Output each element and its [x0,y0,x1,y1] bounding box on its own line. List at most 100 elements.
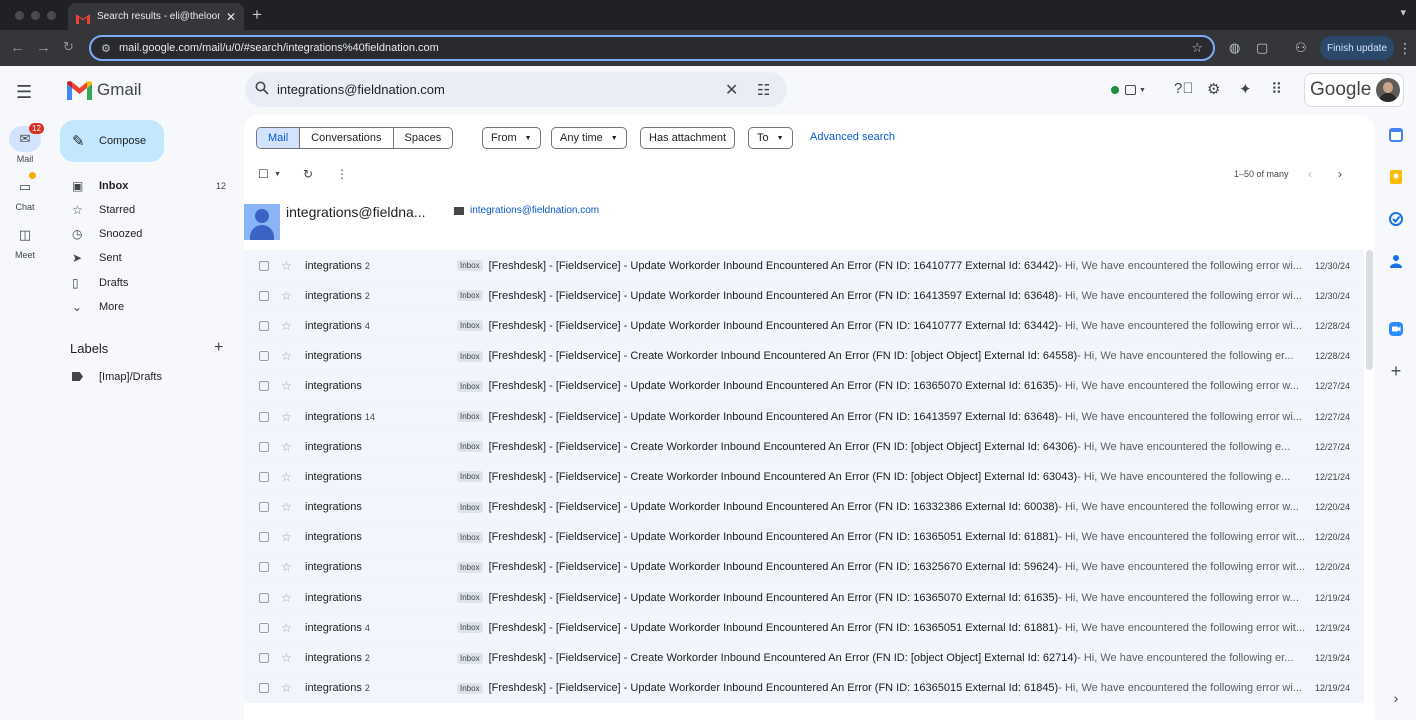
window-close-button[interactable] [15,11,24,20]
finish-update-button[interactable]: Finish update [1320,36,1394,60]
scope-spaces[interactable]: Spaces [394,128,453,148]
prev-page-icon[interactable]: ‹ [1308,167,1312,181]
table-row[interactable]: ☆ integrations 2 Inbox [Freshdesk] - [Fields… [244,250,1364,281]
table-row[interactable]: ☆ integrations 2 Inbox [Freshdesk] - [Fields… [244,672,1364,703]
scrollbar[interactable] [1366,250,1373,370]
inbox-label-chip[interactable]: Inbox [457,320,483,332]
clear-search-icon[interactable]: ✕ [725,80,738,100]
table-row[interactable]: ☆ integrations 2 Inbox [Freshdesk] - [Fields… [244,280,1364,311]
row-checkbox[interactable] [259,592,269,603]
star-icon[interactable]: ☆ [281,560,298,574]
star-icon[interactable]: ☆ [281,410,298,424]
inbox-label-chip[interactable]: Inbox [457,501,483,513]
star-icon[interactable]: ☆ [281,440,298,454]
inbox-label-chip[interactable]: Inbox [457,531,483,543]
inbox-label-chip[interactable]: Inbox [457,260,483,272]
bookmark-star-icon[interactable]: ☆ [1191,40,1203,56]
inbox-label-chip[interactable]: Inbox [457,380,483,392]
next-page-icon[interactable]: › [1338,167,1342,181]
reload-button[interactable]: ↻ [63,39,74,55]
search-icon[interactable] [255,81,277,98]
status-selector[interactable]: ▼ [1103,77,1155,103]
inbox-label-chip[interactable]: Inbox [457,622,483,634]
refresh-icon[interactable]: ↻ [303,167,313,181]
row-checkbox[interactable] [259,320,269,331]
site-info-icon[interactable]: ⚙ [101,42,119,55]
star-icon[interactable]: ☆ [281,651,298,665]
table-row[interactable]: ☆ integrations 4 Inbox [Freshdesk] - [Fields… [244,612,1364,643]
inbox-label-chip[interactable]: Inbox [457,441,483,453]
search-bar[interactable]: integrations@fieldnation.com ✕ ☷ [245,72,787,107]
add-label-icon[interactable]: + [214,339,223,357]
zoom-addon-icon[interactable] [1387,320,1405,338]
inbox-label-chip[interactable]: Inbox [457,682,483,694]
star-icon[interactable]: ☆ [281,591,298,605]
browser-menu-icon[interactable]: ⋮ [1398,40,1412,57]
account-avatar[interactable] [1376,78,1400,102]
row-checkbox[interactable] [259,502,269,513]
browser-tab[interactable]: Search results - eli@theloom ✕ [68,3,244,30]
sidebar-item-sent[interactable]: ➤ Sent [60,246,240,270]
help-icon[interactable]: ?⃝ [1174,80,1194,97]
rail-mail[interactable]: ✉ 12 Mail [0,123,50,164]
calendar-addon-icon[interactable] [1387,126,1405,144]
inbox-label-chip[interactable]: Inbox [457,471,483,483]
settings-gear-icon[interactable]: ⚙ [1207,80,1220,98]
row-checkbox[interactable] [259,411,269,422]
window-zoom-button[interactable] [47,11,56,20]
table-row[interactable]: ☆ integrations Inbox [Freshdesk] - [Fieldse… [244,340,1364,371]
sidebar-label-imap-drafts[interactable]: [Imap]/Drafts [60,365,240,389]
filter-has-attachment-chip[interactable]: Has attachment [640,127,736,149]
star-icon[interactable]: ☆ [281,621,298,635]
keep-addon-icon[interactable] [1387,168,1405,186]
gmail-logo[interactable]: Gmail [67,80,141,100]
star-icon[interactable]: ☆ [281,259,298,273]
table-row[interactable]: ☆ integrations Inbox [Freshdesk] - [Fieldse… [244,491,1364,522]
filter-from-chip[interactable]: From ▼ [482,127,541,149]
table-row[interactable]: ☆ integrations Inbox [Freshdesk] - [Fieldse… [244,370,1364,401]
rail-meet[interactable]: ◫ Meet [0,222,50,260]
compose-button[interactable]: ✎ Compose [60,120,164,162]
row-checkbox[interactable] [259,683,269,694]
sidebar-item-starred[interactable]: ☆ Starred [60,198,240,222]
scope-conversations[interactable]: Conversations [300,128,394,148]
search-input[interactable]: integrations@fieldnation.com [277,82,445,97]
row-checkbox[interactable] [259,441,269,452]
star-icon[interactable]: ☆ [281,470,298,484]
inbox-label-chip[interactable]: Inbox [457,411,483,423]
more-actions-icon[interactable]: ⋮ [336,167,348,181]
star-icon[interactable]: ☆ [281,289,298,303]
star-icon[interactable]: ☆ [281,681,298,695]
inbox-label-chip[interactable]: Inbox [457,652,483,664]
row-checkbox[interactable] [259,471,269,482]
new-tab-button[interactable]: + [252,5,262,25]
profile-icon[interactable]: ⚇ [1295,40,1307,56]
row-checkbox[interactable] [259,532,269,543]
scope-mail[interactable]: Mail [257,128,301,148]
search-options-icon[interactable]: ☷ [757,81,770,99]
table-row[interactable]: ☆ integrations 2 Inbox [Freshdesk] - [Fields… [244,642,1364,673]
table-row[interactable]: ☆ integrations Inbox [Freshdesk] - [Fieldse… [244,521,1364,552]
contacts-addon-icon[interactable] [1387,252,1405,270]
inbox-label-chip[interactable]: Inbox [457,290,483,302]
rail-chat[interactable]: ▭ Chat [0,172,50,212]
row-checkbox[interactable] [259,622,269,633]
sidebar-item-more[interactable]: ⌄ More [60,295,240,319]
table-row[interactable]: ☆ integrations 14 Inbox [Freshdesk] - [Field… [244,400,1364,432]
inbox-label-chip[interactable]: Inbox [457,350,483,362]
tasks-addon-icon[interactable] [1387,210,1405,228]
show-side-panel-chevron-icon[interactable]: › [1387,689,1405,707]
row-checkbox[interactable] [259,351,269,362]
tab-search-chevron-icon[interactable]: ▾ [1400,6,1406,19]
forward-button[interactable]: → [36,39,51,56]
table-row[interactable]: ☆ integrations Inbox [Freshdesk] - [Fieldse… [244,431,1364,462]
table-row[interactable]: ☆ integrations Inbox [Freshdesk] - [Fieldse… [244,461,1364,492]
row-checkbox[interactable] [259,653,269,664]
filter-to-chip[interactable]: To ▼ [748,127,793,149]
sidebar-item-snoozed[interactable]: ◷ Snoozed [60,222,240,246]
inbox-label-chip[interactable]: Inbox [457,561,483,573]
inbox-label-chip[interactable]: Inbox [457,592,483,604]
row-checkbox[interactable] [259,260,269,271]
select-caret-icon[interactable]: ▼ [274,171,281,178]
star-icon[interactable]: ☆ [281,500,298,514]
